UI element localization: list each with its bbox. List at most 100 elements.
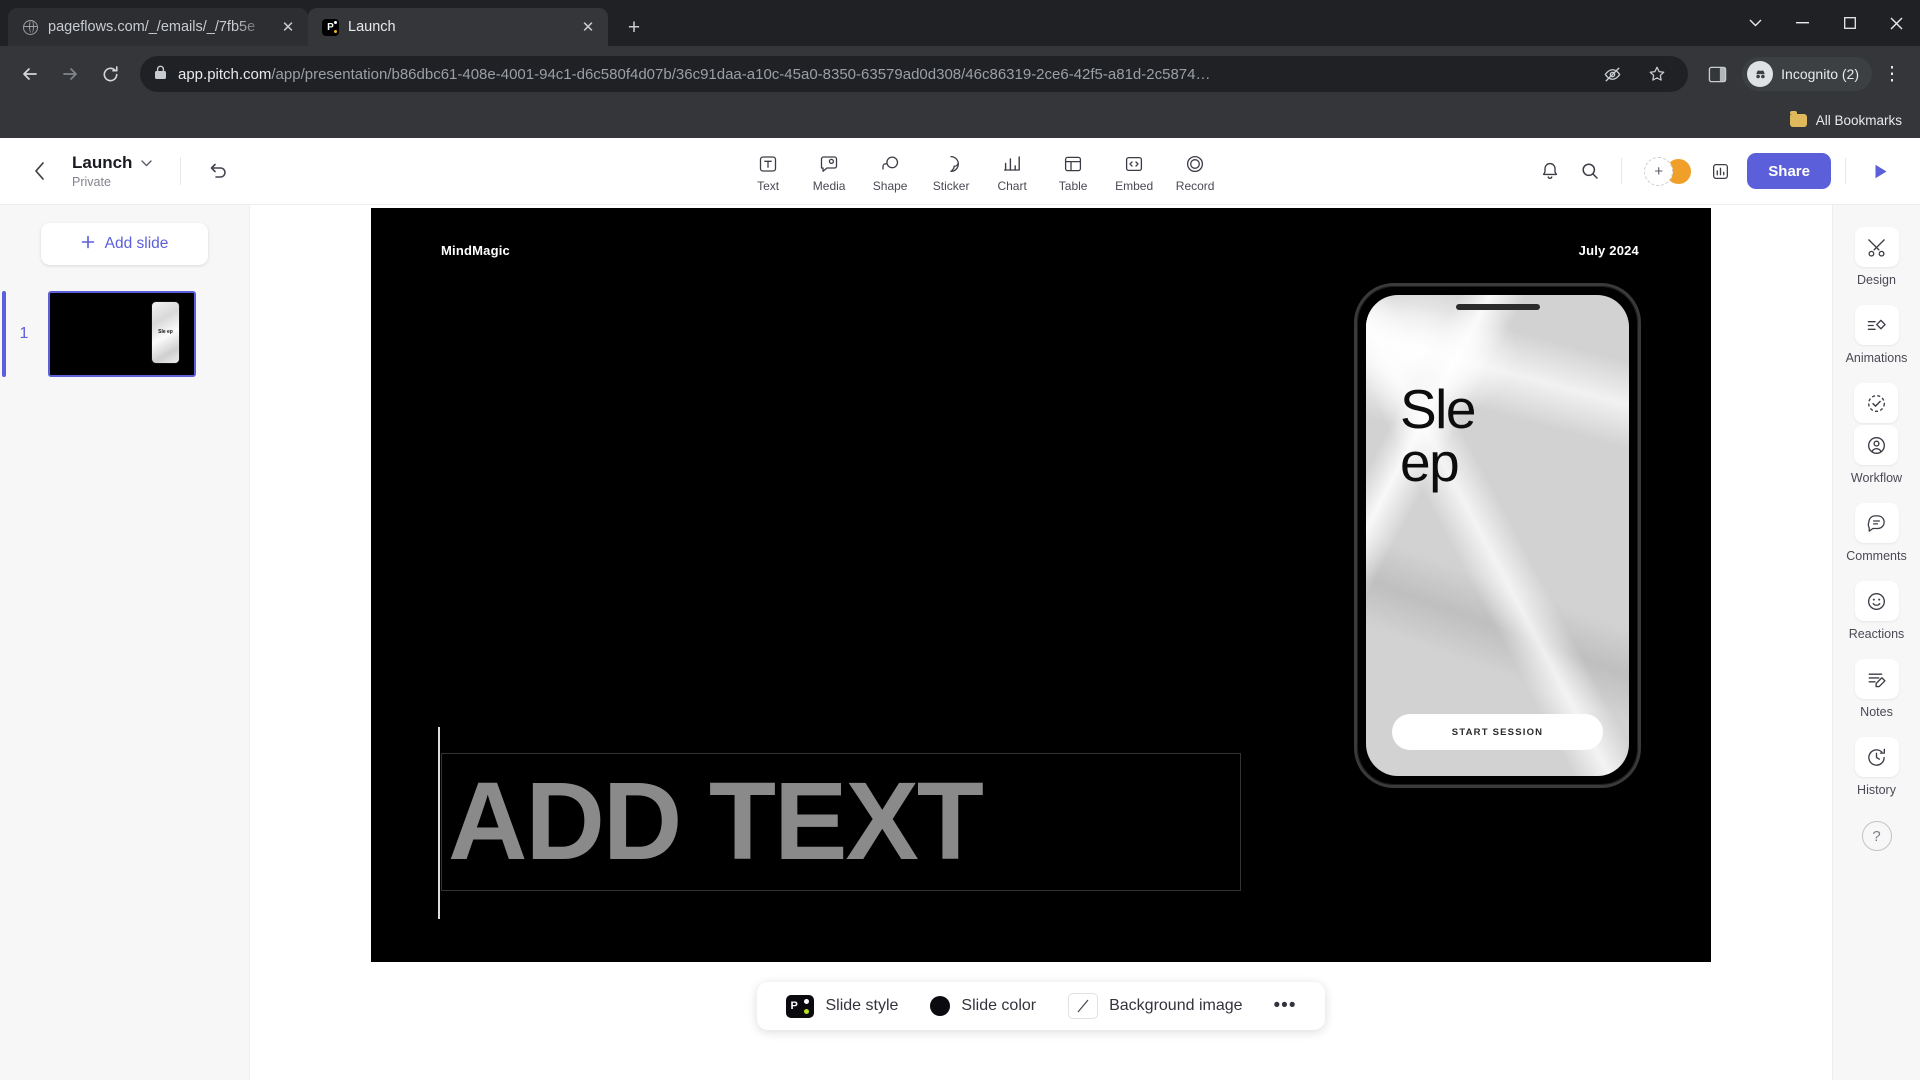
shape-icon bbox=[880, 153, 900, 175]
add-slide-label: Add slide bbox=[104, 235, 169, 252]
slide-thumbnail[interactable]: Sle ep bbox=[48, 291, 196, 377]
rail-label: Reactions bbox=[1848, 627, 1905, 641]
rail-item-workflow[interactable]: Workflow bbox=[1851, 383, 1902, 485]
comments-icon[interactable] bbox=[1854, 503, 1899, 543]
forward-button[interactable] bbox=[52, 56, 88, 92]
present-play-icon[interactable] bbox=[1862, 153, 1898, 189]
notifications-bell-icon[interactable] bbox=[1533, 154, 1567, 188]
maximize-icon[interactable] bbox=[1826, 0, 1873, 46]
color-swatch-icon bbox=[930, 996, 951, 1016]
slide-more-options-button[interactable]: ••• bbox=[1262, 986, 1309, 1026]
browser-window: pageflows.com/_/emails/_/7fb5e ✕ P Launc… bbox=[0, 0, 1920, 1080]
history-icon[interactable] bbox=[1854, 737, 1899, 777]
slides-panel: Add slide 1 Sle ep bbox=[0, 205, 250, 1080]
omnibox-bar: app.pitch.com/app/presentation/b86dbc61-… bbox=[0, 46, 1920, 102]
rail-item-design[interactable]: Design bbox=[1854, 227, 1899, 287]
rail-item-comments[interactable]: Comments bbox=[1846, 503, 1907, 563]
chevron-down-icon[interactable] bbox=[141, 156, 153, 170]
rail-item-reactions[interactable]: Reactions bbox=[1848, 581, 1905, 641]
notes-icon[interactable] bbox=[1854, 659, 1899, 699]
workflow-check-icon[interactable] bbox=[1854, 383, 1899, 423]
rail-label: History bbox=[1857, 783, 1896, 797]
divider bbox=[1621, 158, 1623, 184]
back-to-workspace-button[interactable] bbox=[22, 154, 56, 188]
slide-list-item[interactable]: 1 Sle ep bbox=[0, 287, 249, 381]
hide-incognito-icon[interactable] bbox=[1595, 57, 1629, 91]
start-session-button[interactable]: START SESSION bbox=[1392, 714, 1603, 750]
undo-button[interactable] bbox=[201, 154, 235, 188]
right-rail: Design Animations Workflow Comments Reac… bbox=[1832, 205, 1920, 1080]
reload-button[interactable] bbox=[92, 56, 128, 92]
tool-media[interactable]: Media bbox=[800, 149, 858, 193]
browser-tab-2[interactable]: P Launch ✕ bbox=[308, 8, 608, 46]
phone-title: Sle ep bbox=[1400, 382, 1477, 494]
help-icon[interactable]: ? bbox=[1861, 821, 1892, 851]
side-panel-icon[interactable] bbox=[1700, 57, 1734, 91]
close-icon[interactable]: ✕ bbox=[278, 17, 298, 37]
workflow-person-icon[interactable] bbox=[1854, 425, 1899, 465]
header-right: + Share bbox=[1533, 153, 1920, 189]
phone-mockup[interactable]: Sle ep START SESSION bbox=[1354, 283, 1641, 788]
analytics-icon[interactable] bbox=[1703, 154, 1737, 188]
divider bbox=[1845, 158, 1846, 184]
back-button[interactable] bbox=[12, 56, 48, 92]
close-window-icon[interactable] bbox=[1873, 0, 1920, 46]
tool-label: Text bbox=[757, 179, 780, 193]
text-placeholder-box[interactable]: ADD TEXT bbox=[438, 727, 1241, 919]
browser-tab-1[interactable]: pageflows.com/_/emails/_/7fb5e ✕ bbox=[8, 8, 308, 46]
tool-chart[interactable]: Chart bbox=[983, 149, 1041, 193]
text-icon bbox=[758, 153, 778, 175]
design-icon[interactable] bbox=[1854, 227, 1899, 267]
slide-canvas[interactable]: MindMagic July 2024 Sle ep START SESSION … bbox=[371, 208, 1711, 962]
close-icon[interactable]: ✕ bbox=[578, 17, 598, 37]
phone-title-line2: ep bbox=[1400, 431, 1460, 494]
address-bar[interactable]: app.pitch.com/app/presentation/b86dbc61-… bbox=[140, 56, 1689, 92]
slide-style-button[interactable]: P Slide style bbox=[773, 986, 911, 1026]
tool-table[interactable]: Table bbox=[1044, 149, 1102, 193]
deck-meta: Launch Private bbox=[72, 153, 153, 189]
deck-visibility: Private bbox=[72, 175, 111, 189]
tool-sticker[interactable]: Sticker bbox=[922, 149, 980, 193]
slide-bar-wrapper: P Slide style Slide color Background ima… bbox=[250, 982, 1832, 1030]
slide-color-button[interactable]: Slide color bbox=[917, 986, 1049, 1026]
divider bbox=[180, 157, 182, 185]
chart-icon bbox=[1002, 153, 1022, 175]
browser-menu-icon[interactable]: ⋮ bbox=[1876, 56, 1908, 92]
add-slide-button[interactable]: Add slide bbox=[41, 223, 208, 265]
reactions-icon[interactable] bbox=[1854, 581, 1899, 621]
minimize-icon[interactable] bbox=[1779, 0, 1826, 46]
url-host: app.pitch.com bbox=[178, 65, 272, 83]
tool-embed[interactable]: Embed bbox=[1105, 149, 1163, 193]
bookmark-star-icon[interactable] bbox=[1640, 57, 1674, 91]
invite-member-button[interactable]: + bbox=[1644, 156, 1674, 186]
background-image-button[interactable]: Background image bbox=[1055, 986, 1255, 1026]
background-image-label: Background image bbox=[1109, 997, 1243, 1014]
media-icon bbox=[819, 153, 839, 175]
slide-date-label[interactable]: July 2024 bbox=[1579, 243, 1639, 258]
incognito-avatar-icon bbox=[1747, 61, 1774, 87]
tool-text[interactable]: Text bbox=[739, 149, 797, 193]
pitch-icon: P bbox=[322, 18, 339, 36]
rail-label: Animations bbox=[1845, 351, 1908, 365]
deck-title-row[interactable]: Launch bbox=[72, 153, 153, 173]
search-icon[interactable] bbox=[1573, 154, 1607, 188]
profile-chip[interactable]: Incognito (2) bbox=[1742, 57, 1872, 91]
record-icon bbox=[1185, 153, 1205, 175]
slide-brand-label[interactable]: MindMagic bbox=[441, 243, 510, 258]
text-placeholder-label: ADD TEXT bbox=[448, 760, 984, 883]
rail-item-history[interactable]: History bbox=[1854, 737, 1899, 797]
rail-label: Comments bbox=[1846, 549, 1907, 563]
tool-label: Chart bbox=[997, 179, 1027, 193]
slide-number: 1 bbox=[19, 325, 29, 342]
chevron-down-icon[interactable] bbox=[1732, 0, 1779, 46]
lock-icon bbox=[154, 65, 167, 84]
tab-strip: pageflows.com/_/emails/_/7fb5e ✕ P Launc… bbox=[0, 0, 1920, 46]
share-button[interactable]: Share bbox=[1747, 153, 1831, 189]
rail-item-notes[interactable]: Notes bbox=[1854, 659, 1899, 719]
animations-icon[interactable] bbox=[1854, 305, 1899, 345]
rail-item-animations[interactable]: Animations bbox=[1845, 305, 1908, 365]
all-bookmarks-label[interactable]: All Bookmarks bbox=[1816, 113, 1902, 128]
new-tab-button[interactable]: + bbox=[618, 11, 650, 43]
tool-shape[interactable]: Shape bbox=[861, 149, 919, 193]
tool-record[interactable]: Record bbox=[1166, 149, 1224, 193]
